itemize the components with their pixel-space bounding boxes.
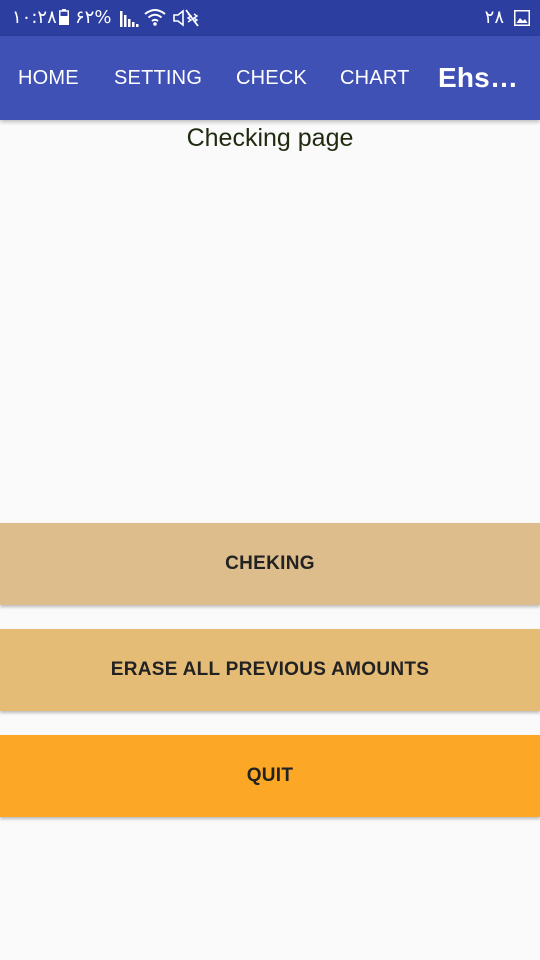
tab-chart[interactable]: CHART	[340, 36, 410, 120]
status-bar: ۱۰:۲۸ ۶۲% ۲۸	[0, 0, 540, 36]
status-date: ۲۸	[484, 7, 504, 28]
status-time: ۱۰:۲۸	[12, 7, 57, 28]
app-bar: HOME SETTING CHECK CHART Ehs…	[0, 36, 540, 120]
gallery-icon	[514, 10, 530, 26]
tab-home[interactable]: HOME	[18, 36, 79, 120]
page-title: Checking page	[186, 124, 354, 152]
mute-icon	[173, 9, 199, 27]
tab-check[interactable]: CHECK	[236, 36, 307, 120]
battery-icon	[59, 9, 69, 25]
status-battery: ۶۲%	[75, 7, 112, 28]
quit-button[interactable]: QUIT	[0, 735, 540, 817]
erase-all-button[interactable]: ERASE ALL PREVIOUS AMOUNTS	[0, 629, 540, 711]
app-title: Ehs…	[438, 62, 519, 93]
tab-setting[interactable]: SETTING	[114, 36, 202, 120]
signal-icon	[120, 11, 139, 27]
wifi-icon	[144, 9, 166, 26]
checking-button[interactable]: CHEKING	[0, 523, 540, 605]
